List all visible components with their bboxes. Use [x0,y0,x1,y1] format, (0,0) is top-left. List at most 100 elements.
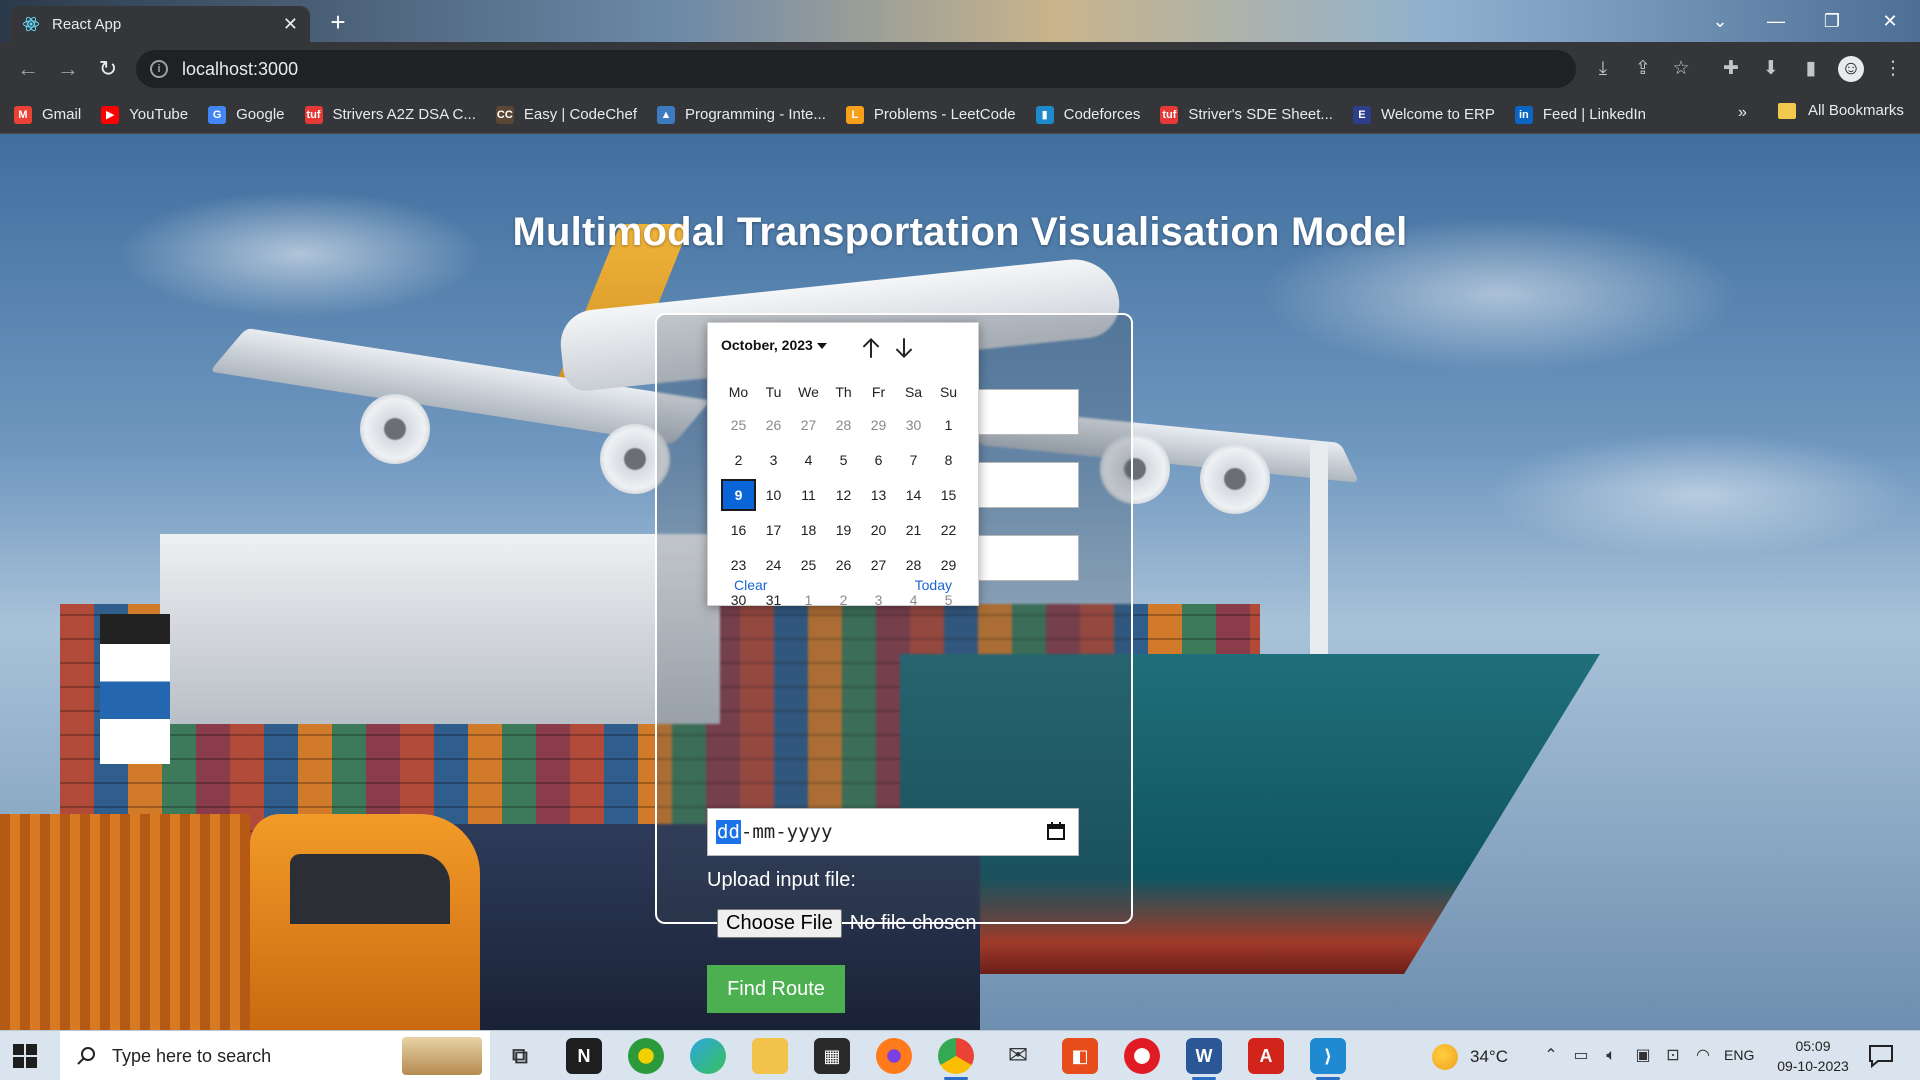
address-bar[interactable]: i localhost:3000 [136,50,1576,88]
extensions-icon[interactable]: ✚ [1718,56,1744,82]
firefox-icon[interactable] [876,1038,912,1074]
calendar-day[interactable]: 25 [791,549,826,581]
weather-widget[interactable]: 34°C [1432,1044,1508,1070]
calendar-day[interactable]: 4 [791,444,826,476]
month-year-selector[interactable]: October, 2023 [721,337,827,353]
bookmark-item[interactable]: ▲ Programming - Inte... [657,105,826,124]
back-icon[interactable]: ← [12,53,44,85]
edge-icon[interactable] [690,1038,726,1074]
bookmark-item[interactable]: ▮ Codeforces [1035,105,1140,124]
tab-search-icon[interactable]: ⌄ [1700,6,1740,36]
calendar-day[interactable]: 8 [931,444,966,476]
calendar-day[interactable]: 2 [826,584,861,616]
calendar-day[interactable]: 28 [896,549,931,581]
install-app-icon[interactable]: ⤓ [1590,56,1616,82]
calendar-day[interactable]: 3 [756,444,791,476]
calendar-day[interactable]: 26 [756,409,791,441]
bookmark-item[interactable]: ▶ YouTube [101,105,188,124]
calendar-day[interactable]: 1 [791,584,826,616]
calendar-day[interactable]: 10 [756,479,791,511]
calendar-day[interactable]: 13 [861,479,896,511]
new-tab-button[interactable]: + [324,8,352,36]
windows-start-icon[interactable] [12,1043,38,1069]
find-route-button[interactable]: Find Route [707,965,845,1013]
calendar-day[interactable]: 18 [791,514,826,546]
minimize-icon[interactable]: — [1756,6,1796,36]
language-indicator[interactable]: ENG [1724,1047,1754,1063]
calendar-day[interactable]: 16 [721,514,756,546]
calendar-day[interactable]: 6 [861,444,896,476]
calendar-day[interactable]: 5 [826,444,861,476]
bookmark-item[interactable]: in Feed | LinkedIn [1514,105,1646,124]
calendar-day[interactable]: 22 [931,514,966,546]
acrobat-icon[interactable]: A [1248,1038,1284,1074]
downloads-icon[interactable]: ⬇ [1758,56,1784,82]
notification-icon[interactable] [1868,1044,1894,1068]
bookmark-item[interactable]: G Google [208,105,285,124]
notion-icon[interactable]: N [566,1038,602,1074]
opera-icon[interactable] [1124,1038,1160,1074]
date-input[interactable]: dd -mm-yyyy [707,808,1079,856]
bookmark-item[interactable]: M Gmail [14,105,81,124]
profile-avatar-icon[interactable]: ☺ [1838,56,1864,82]
vscode-icon[interactable]: ⟩ [1310,1038,1346,1080]
bookmark-item[interactable]: CC Easy | CodeChef [495,105,637,124]
close-window-icon[interactable]: ✕ [1870,6,1910,36]
bookmark-item[interactable]: tuf Striver's SDE Sheet... [1160,105,1333,124]
mail-icon[interactable]: ✉ [1000,1038,1036,1074]
all-bookmarks-button[interactable]: All Bookmarks [1778,102,1904,119]
reload-icon[interactable]: ↻ [92,53,124,85]
calendar-day[interactable]: 15 [931,479,966,511]
menu-kebab-icon[interactable]: ⋮ [1880,56,1906,82]
bookmark-item[interactable]: tuf Strivers A2Z DSA C... [304,105,476,124]
calendar-day[interactable]: 27 [861,549,896,581]
calendar-day[interactable]: 29 [861,409,896,441]
calendar-day[interactable]: 27 [791,409,826,441]
calendar-day[interactable]: 14 [896,479,931,511]
calendar-day[interactable]: 23 [721,549,756,581]
bookmark-star-icon[interactable]: ☆ [1668,56,1694,82]
site-info-icon[interactable]: i [150,60,168,78]
app-icon[interactable] [628,1038,664,1074]
calendar-day[interactable]: 26 [826,549,861,581]
bookmark-item[interactable]: L Problems - LeetCode [845,105,1016,124]
taskbar-search[interactable]: Type here to search [60,1031,490,1080]
calendar-day[interactable]: 19 [826,514,861,546]
chrome-icon[interactable] [938,1038,974,1080]
volume-icon[interactable]: 🔈︎ [1600,1045,1622,1067]
choose-file-button[interactable]: Choose File [717,909,842,938]
calendar-day[interactable]: 3 [861,584,896,616]
restore-icon[interactable]: ❐ [1812,6,1852,36]
arrow-up-icon[interactable] [858,335,884,361]
side-panel-icon[interactable]: ▮ [1798,56,1824,82]
calendar-day[interactable]: 11 [791,479,826,511]
calendar-day[interactable]: 30 [896,409,931,441]
file-explorer-icon[interactable] [752,1038,788,1074]
calendar-day[interactable]: 7 [896,444,931,476]
calendar-day[interactable]: 1 [931,409,966,441]
arrow-down-icon[interactable] [891,335,917,361]
calendar-day[interactable]: 24 [756,549,791,581]
calendar-day[interactable]: 25 [721,409,756,441]
tray-chevron-up-icon[interactable]: ⌃ [1540,1045,1562,1067]
bookmark-item[interactable]: E Welcome to ERP [1352,105,1495,124]
date-segment-day[interactable]: dd [716,820,741,844]
calendar-day[interactable]: 29 [931,549,966,581]
calendar-day[interactable]: 12 [826,479,861,511]
calendar-day-selected[interactable]: 9 [721,478,756,511]
calendar-day[interactable]: 28 [826,409,861,441]
calendar-icon[interactable] [1046,821,1066,841]
task-view-icon[interactable]: ⧉ [502,1038,538,1074]
word-icon[interactable]: W [1186,1038,1222,1080]
calendar-day[interactable]: 20 [861,514,896,546]
display-icon[interactable]: ⊡ [1662,1045,1684,1067]
calendar-day[interactable]: 17 [756,514,791,546]
bookmarks-overflow-button[interactable]: » [1738,104,1747,122]
calendar-day[interactable]: 21 [896,514,931,546]
tab-close-icon[interactable]: ✕ [283,14,298,35]
wifi-icon[interactable]: ◠ [1692,1045,1714,1067]
browser-tab[interactable]: React App ✕ [10,6,310,42]
battery-icon[interactable]: ▭ [1570,1045,1592,1067]
meet-icon[interactable]: ▣ [1632,1045,1654,1067]
calendar-day[interactable]: 2 [721,444,756,476]
